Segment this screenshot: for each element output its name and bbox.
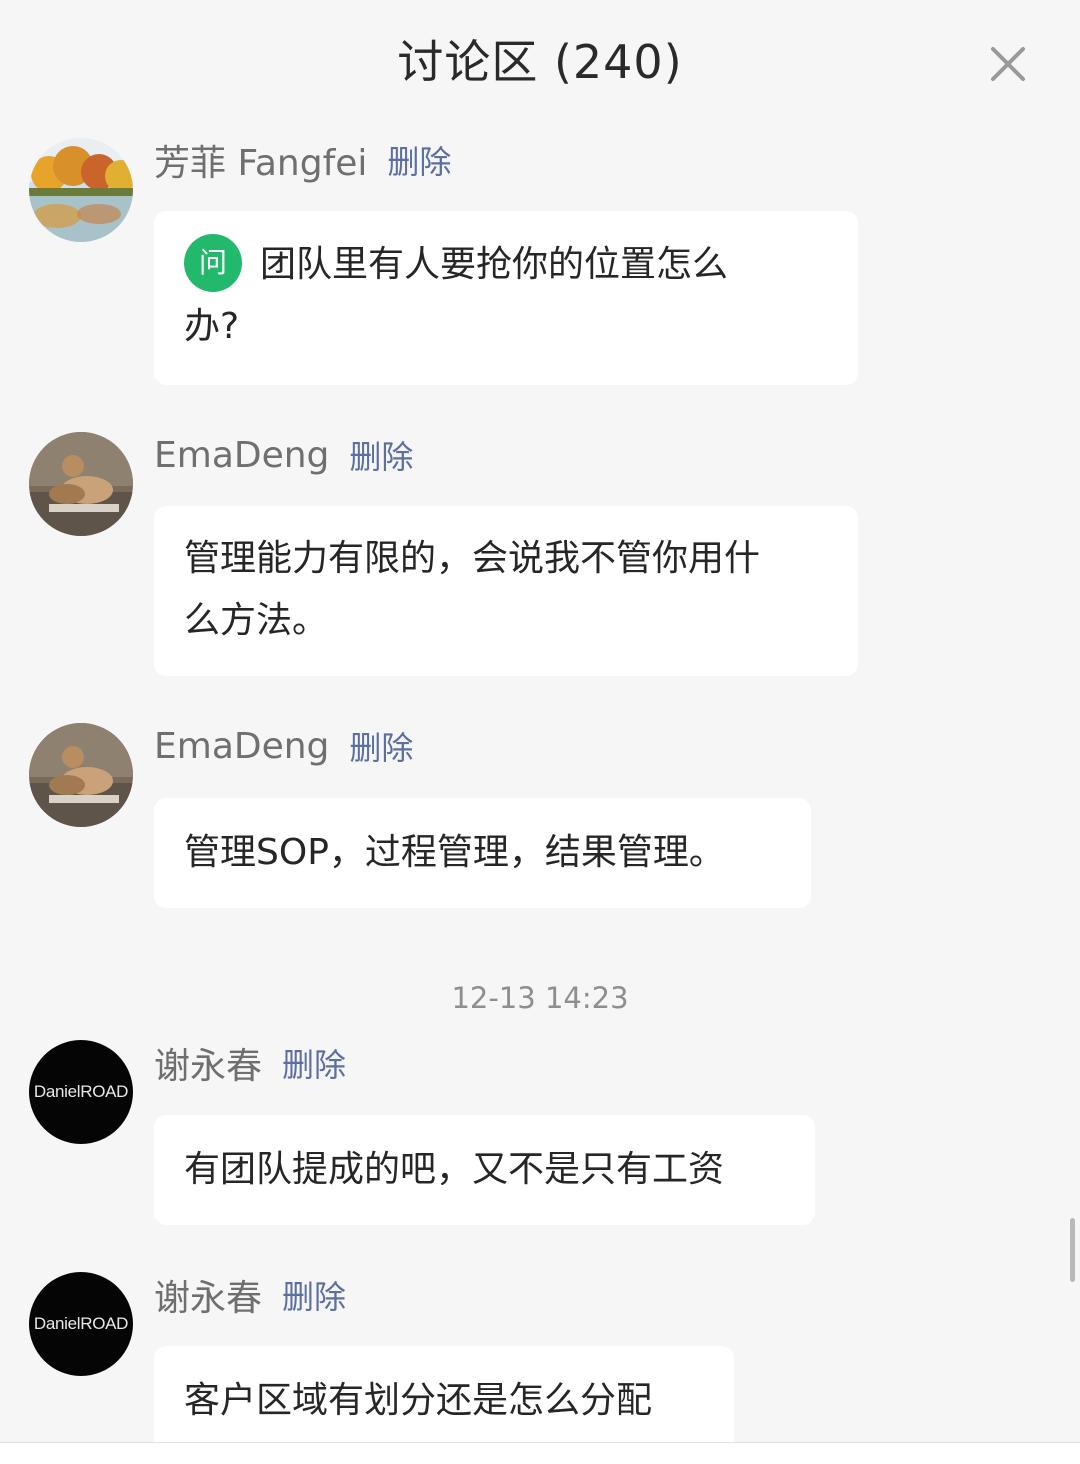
comment-text: 管理SOP，过程管理，结果管理。 — [184, 832, 725, 873]
panel-header: 讨论区 (240) — [0, 0, 1080, 124]
comment-bubble: 客户区域有划分还是怎么分配 — [154, 1346, 734, 1442]
close-icon — [991, 47, 1025, 81]
comment-header: EmaDeng 删除 — [154, 721, 413, 771]
comment-bubble: 有团队提成的吧，又不是只有工资 — [154, 1115, 815, 1225]
comment-bubble: 管理SOP，过程管理，结果管理。 — [154, 798, 811, 908]
delete-button[interactable]: 删除 — [282, 1272, 346, 1318]
timestamp: 12-13 14:23 — [451, 981, 629, 1015]
user-avatar[interactable] — [29, 138, 133, 242]
comment-text: 有团队提成的吧，又不是只有工资 — [184, 1149, 725, 1190]
comment-header: 谢永春 删除 — [154, 1038, 346, 1088]
comment-text: 客户区域有划分还是怎么分配 — [184, 1380, 653, 1421]
author-name: EmaDeng — [154, 725, 330, 767]
dog-photo-avatar-icon — [29, 432, 133, 536]
delete-button[interactable]: 删除 — [349, 723, 413, 769]
comment-text: 么方法。 — [184, 600, 329, 641]
comment-bubble: 管理能力有限的，会说我不管你用什 么方法。 — [154, 506, 858, 676]
comment-text: 管理能力有限的，会说我不管你用什 — [184, 538, 761, 579]
scrollbar[interactable] — [1070, 1218, 1075, 1282]
author-name: 芳菲 Fangfei — [154, 143, 368, 184]
delete-button[interactable]: 删除 — [349, 432, 413, 478]
user-avatar[interactable] — [29, 723, 133, 827]
landscape-avatar-icon — [29, 138, 133, 242]
author-name: EmaDeng — [154, 434, 330, 476]
author-name: 谢永春 — [154, 1046, 263, 1087]
delete-button[interactable]: 删除 — [387, 137, 451, 183]
user-avatar[interactable]: DanielROAD — [29, 1272, 133, 1376]
user-avatar[interactable] — [29, 432, 133, 536]
avatar-logo-text: DanielROAD — [33, 1082, 129, 1101]
comment-text: 办? — [184, 306, 240, 347]
question-badge: 问 — [184, 234, 242, 292]
avatar-logo-text: DanielROAD — [33, 1314, 129, 1333]
comment-header: 谢永春 删除 — [154, 1270, 346, 1320]
dog-photo-avatar-icon — [29, 723, 133, 827]
comment-bubble: 问团队里有人要抢你的位置怎么 办? — [154, 211, 858, 385]
author-name: 谢永春 — [154, 1278, 263, 1319]
comment-text: 团队里有人要抢你的位置怎么 — [260, 244, 729, 285]
discussion-panel: 讨论区 (240) 芳菲 Fangfei 删除 问 团队里有人要抢你的位置怎么 … — [0, 0, 1080, 1464]
comment-header: EmaDeng 删除 — [154, 430, 413, 480]
user-avatar[interactable]: DanielROAD — [29, 1040, 133, 1144]
comment-line: 问团队里有人要抢你的位置怎么 — [184, 234, 828, 296]
delete-button[interactable]: 删除 — [282, 1040, 346, 1086]
bottom-bar — [0, 1442, 1080, 1464]
comment-header: 芳菲 Fangfei 删除 — [154, 135, 451, 185]
close-button[interactable] — [984, 40, 1032, 88]
page-title: 讨论区 (240) — [397, 35, 683, 89]
